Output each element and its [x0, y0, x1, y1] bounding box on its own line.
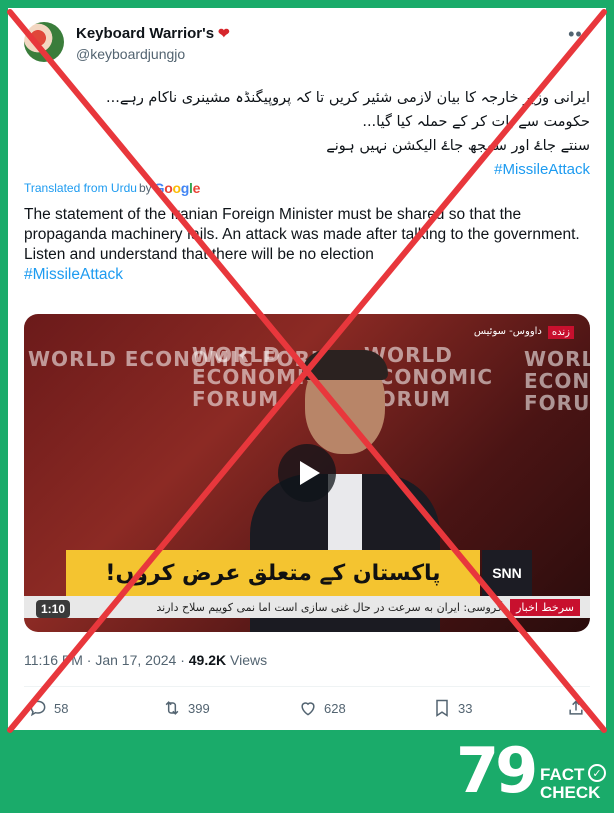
- tweet-text-urdu: ایرانی وزیر خارجہ کا بیان لازمی شئیر کری…: [30, 86, 590, 182]
- urdu-line: سنتے جاۓ اور سمجھ جاۓ الیکشن نہیں ہونے: [326, 138, 590, 154]
- logo-fact-text: FACT: [540, 765, 585, 784]
- display-name[interactable]: Keyboard Warrior's ❤: [76, 25, 230, 42]
- heart-icon: ❤: [218, 25, 230, 41]
- video-player[interactable]: WORLD ECONOMIC FORUM WORLD ECONOMIC FORU…: [24, 314, 590, 632]
- channel-tag: زنده داووس- سوئیس: [474, 326, 574, 339]
- tweet-card: Keyboard Warrior's ❤ @keyboardjungjo •••…: [8, 8, 606, 730]
- fact-check-logo: 79 FACT ✓ CHECK: [452, 734, 608, 807]
- views-count: 49.2K: [188, 652, 227, 668]
- repost-icon: [165, 701, 179, 715]
- reply-icon: [30, 700, 46, 717]
- tweet-text-translation: The statement of the Iranian Foreign Min…: [24, 205, 594, 285]
- bookmark-icon: [436, 699, 448, 717]
- divider: [24, 686, 590, 687]
- action-bar: 58 399 628 33: [8, 698, 606, 722]
- translation-line: Listen and understand that there will be…: [24, 246, 374, 263]
- network-logo: SNN: [482, 550, 532, 596]
- play-icon[interactable]: [278, 444, 336, 502]
- urdu-line: حکومت سے بات کر کے حملہ کیا گیا...: [362, 114, 590, 130]
- bookmark-button[interactable]: 33: [432, 698, 472, 718]
- logo-check-text: CHECK: [540, 783, 601, 802]
- news-ticker: سرخط اخبار گروسی: ایران به سرعت در حال غ…: [24, 596, 590, 618]
- reply-count: 58: [54, 700, 69, 716]
- translated-from-label[interactable]: Translated from Urdu: [24, 181, 137, 195]
- hashtag-link[interactable]: #MissileAttack: [24, 266, 123, 283]
- like-button[interactable]: 628: [298, 698, 346, 718]
- more-options-icon[interactable]: •••: [568, 24, 590, 45]
- by-label: by: [138, 181, 152, 195]
- heart-outline-icon: [301, 702, 315, 716]
- video-duration: 1:10: [36, 600, 71, 618]
- like-count: 628: [324, 700, 346, 716]
- views-label: Views: [230, 652, 268, 668]
- reply-button[interactable]: 58: [28, 698, 68, 718]
- tweet-meta: 11:16 PM · Jan 17, 2024 · 49.2K Views: [24, 652, 268, 668]
- translation-line: The statement of the Iranian Foreign Min…: [24, 206, 580, 243]
- tweet-time[interactable]: 11:16 PM: [24, 652, 83, 668]
- urdu-line: ایرانی وزیر خارجہ کا بیان لازمی شئیر کری…: [106, 90, 590, 106]
- translation-attribution[interactable]: Translated from Urdu by Google: [24, 180, 200, 196]
- live-label: زنده: [547, 326, 574, 339]
- user-handle[interactable]: @keyboardjungjo: [76, 46, 185, 62]
- check-icon: ✓: [588, 764, 606, 782]
- logo-number: 79: [456, 734, 538, 807]
- hashtag-link[interactable]: #MissileAttack: [494, 158, 590, 182]
- avatar[interactable]: [24, 22, 64, 62]
- bookmark-count: 33: [458, 700, 473, 716]
- wef-backdrop-text: WORLD ECONOMIC FORUM: [524, 347, 590, 415]
- location-label: داووس- سوئیس: [473, 326, 542, 337]
- tweet-date[interactable]: Jan 17, 2024: [95, 652, 176, 668]
- repost-button[interactable]: 399: [162, 698, 210, 718]
- ticker-text: گروسی: ایران به سرعت در حال غنی سازی است…: [156, 600, 503, 614]
- display-name-text[interactable]: Keyboard Warrior's: [76, 25, 214, 42]
- google-logo: Google: [153, 180, 201, 196]
- ticker-label: سرخط اخبار: [510, 598, 580, 616]
- repost-count: 399: [188, 700, 210, 716]
- video-banner: پاکستان کے متعلق عرض کروں!: [66, 550, 480, 596]
- share-icon: [569, 700, 583, 715]
- share-button[interactable]: [566, 698, 586, 718]
